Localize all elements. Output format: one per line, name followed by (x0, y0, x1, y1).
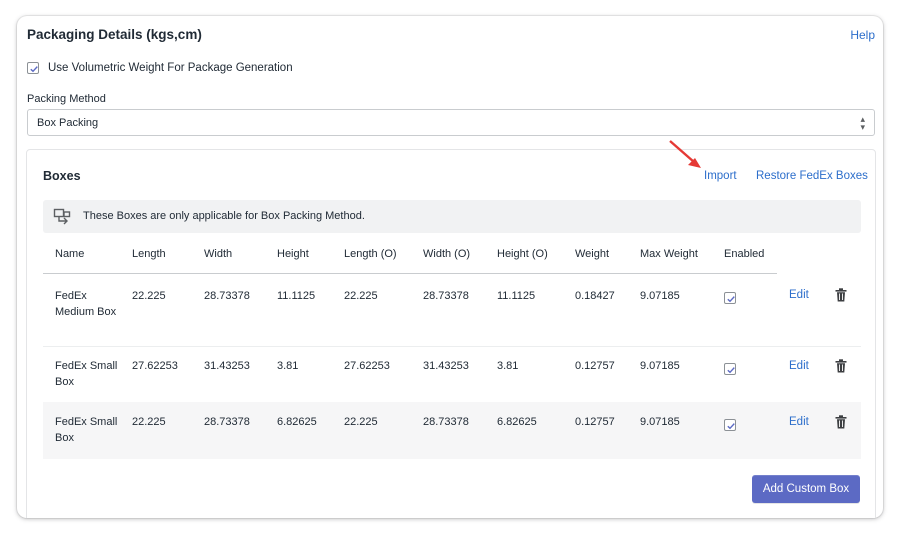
box-height: 11.1125 (277, 290, 316, 302)
box-max-weight: 9.07185 (640, 360, 680, 372)
boxes-panel: Boxes Import Restore FedEx Boxes These B… (26, 140, 876, 518)
edit-box-button[interactable]: Edit (789, 360, 809, 372)
box-length: 27.62253 (132, 360, 178, 372)
boxes-title: Boxes (43, 169, 81, 183)
trash-icon[interactable] (835, 415, 847, 429)
add-custom-box-button[interactable]: Add Custom Box (752, 475, 860, 503)
edit-box-button[interactable]: Edit (789, 289, 809, 301)
col-header-enabled: Enabled (724, 248, 765, 260)
info-banner: These Boxes are only applicable for Box … (43, 200, 861, 233)
trash-icon[interactable] (835, 288, 847, 302)
table-row: FedEx Small Box 22.225 28.73378 6.82625 … (43, 402, 861, 459)
edit-box-button[interactable]: Edit (789, 416, 809, 428)
box-max-weight: 9.07185 (640, 290, 680, 302)
trash-icon[interactable] (835, 359, 847, 373)
volumetric-weight-label: Use Volumetric Weight For Package Genera… (48, 62, 293, 74)
box-length-o: 22.225 (344, 290, 378, 302)
checkmark-icon (727, 296, 735, 303)
box-length-o: 27.62253 (344, 360, 390, 372)
packing-method-label: Packing Method (27, 93, 106, 105)
box-weight: 0.12757 (575, 416, 615, 428)
select-arrows-icon: ▴ ▾ (860, 114, 865, 132)
restore-fedex-boxes-link[interactable]: Restore FedEx Boxes (756, 170, 868, 182)
checkmark-icon (30, 66, 38, 73)
box-length: 22.225 (132, 290, 166, 302)
box-flow-icon (53, 208, 71, 225)
box-width-o: 31.43253 (423, 360, 469, 372)
col-header-name: Name (55, 248, 85, 260)
col-header-weight: Weight (575, 248, 610, 260)
box-name: FedEx Small Box (55, 416, 118, 444)
box-height: 6.82625 (277, 416, 317, 428)
checkmark-icon (727, 423, 735, 430)
packaging-details-card: Packaging Details (kgs,cm) Help Use Volu… (17, 16, 883, 518)
box-height-o: 6.82625 (497, 416, 537, 428)
info-banner-text: These Boxes are only applicable for Box … (83, 210, 365, 222)
box-width: 28.73378 (204, 290, 250, 302)
col-header-max-weight: Max Weight (640, 248, 698, 260)
col-header-width-o: Width (O) (423, 248, 471, 260)
box-width-o: 28.73378 (423, 416, 469, 428)
page-title: Packaging Details (kgs,cm) (27, 27, 202, 42)
box-name: FedEx Medium Box (55, 290, 117, 318)
enabled-checkbox[interactable] (724, 419, 736, 431)
red-arrow-icon (669, 140, 701, 168)
box-name: FedEx Small Box (55, 360, 118, 388)
help-link[interactable]: Help (850, 28, 875, 42)
box-width: 28.73378 (204, 416, 250, 428)
volumetric-weight-checkbox[interactable] (27, 62, 39, 74)
box-weight: 0.18427 (575, 290, 615, 302)
packing-method-select[interactable]: Box Packing ▴ ▾ (27, 109, 875, 136)
col-header-height: Height (277, 248, 309, 260)
col-header-height-o: Height (O) (497, 248, 548, 260)
col-header-length-o: Length (O) (344, 248, 397, 260)
col-header-width: Width (204, 248, 233, 260)
box-height: 3.81 (277, 360, 299, 372)
box-width: 31.43253 (204, 360, 250, 372)
import-link[interactable]: Import (704, 170, 737, 182)
box-height-o: 11.1125 (497, 290, 536, 302)
box-weight: 0.12757 (575, 360, 615, 372)
box-length: 22.225 (132, 416, 166, 428)
table-row: FedEx Medium Box 22.225 28.73378 11.1125… (43, 274, 861, 346)
box-width-o: 28.73378 (423, 290, 469, 302)
box-max-weight: 9.07185 (640, 416, 680, 428)
packing-method-value: Box Packing (37, 117, 99, 129)
box-length-o: 22.225 (344, 416, 378, 428)
enabled-checkbox[interactable] (724, 292, 736, 304)
col-header-length: Length (132, 248, 166, 260)
enabled-checkbox[interactable] (724, 363, 736, 375)
table-row: FedEx Small Box 27.62253 31.43253 3.81 2… (43, 347, 861, 402)
checkmark-icon (727, 367, 735, 374)
box-height-o: 3.81 (497, 360, 519, 372)
